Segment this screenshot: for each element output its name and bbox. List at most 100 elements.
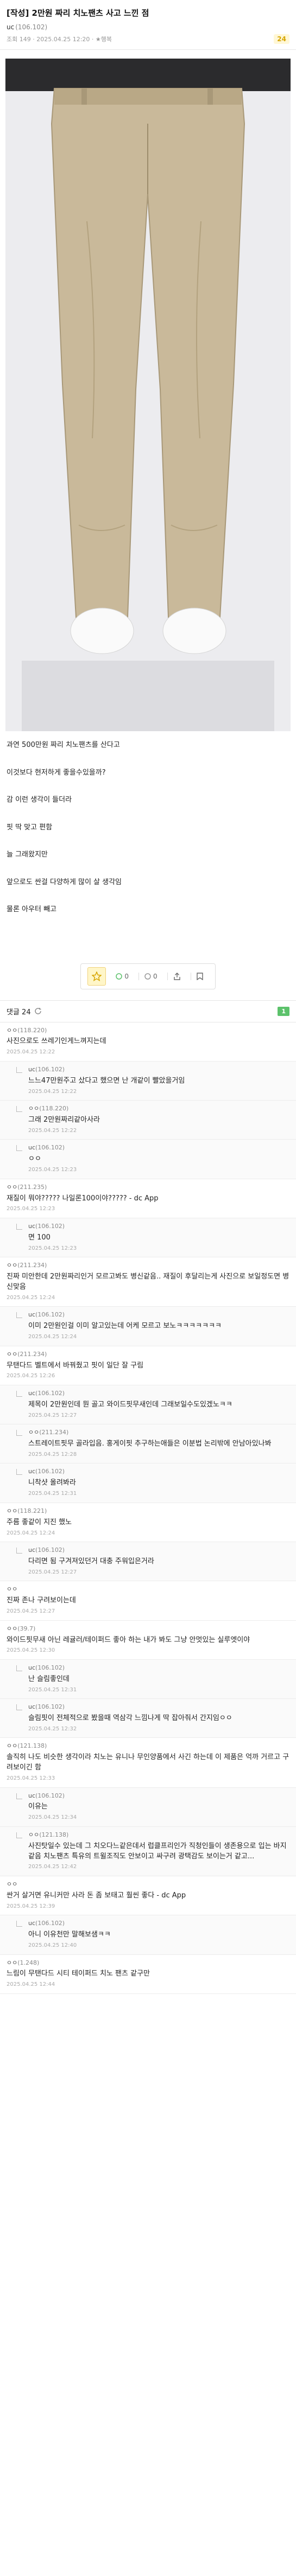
comment-date: 2025.04.25 12:30 — [7, 1647, 55, 1654]
comment: ㅇㅇ(211.234) 진짜 미안한데 2만원짜리인거 모르고봐도 병신같음.. … — [0, 1257, 296, 1307]
comment-author[interactable]: ㅇㅇ — [7, 1585, 289, 1594]
comment-author-ip: (106.102) — [35, 1792, 65, 1799]
comment-author[interactable]: ㅇㅇ(211.234) — [7, 1261, 289, 1270]
comment-author-name[interactable]: uc — [28, 1066, 35, 1073]
comment-text: 와이드핏무새 아닌 레귤러/테이퍼드 좋아 하는 내가 봐도 그냥 안멋있는 실… — [7, 1635, 250, 1644]
comment-author-name[interactable]: ㅇㅇ — [28, 1429, 39, 1436]
comment-date: 2025.04.25 12:23 — [28, 1167, 77, 1173]
share-button[interactable] — [167, 972, 186, 980]
refresh-icon[interactable] — [34, 1007, 42, 1015]
comment-author-name[interactable]: uc — [28, 1311, 35, 1318]
comment-text: 이미 2만원인걸 이미 알고있는데 어케 모르고 보노ㅋㅋㅋㅋㅋㅋㅋ — [28, 1322, 222, 1331]
comment-author[interactable]: ㅇㅇ(118.220) — [28, 1104, 289, 1113]
comment-author[interactable]: ㅇㅇ(39.7) — [7, 1625, 289, 1633]
comment-author[interactable]: uc(106.102) — [28, 1389, 289, 1398]
comment-author-ip: (106.102) — [35, 1144, 65, 1152]
thumbs-down-icon — [144, 973, 151, 980]
comment-author-name[interactable]: ㅇㅇ — [7, 1742, 17, 1749]
comment-author[interactable]: uc(106.102) — [28, 1792, 289, 1800]
upvote-count[interactable]: 0 — [110, 973, 134, 980]
post-meta-text: 조회 149 · 2025.04.25 12:20 · ★행복 — [7, 36, 112, 43]
comment-date: 2025.04.25 12:40 — [28, 1942, 77, 1948]
comment-author[interactable]: ㅇㅇ(1.248) — [7, 1959, 289, 1967]
post-title: [작성] 2만원 짜리 치노팬츠 사고 느낀 점 — [7, 8, 149, 18]
comments-header: 댓글 24 1 — [0, 1000, 296, 1022]
comment-date: 2025.04.25 12:22 — [28, 1088, 77, 1095]
comment-author-name[interactable]: ㅇㅇ — [7, 1351, 17, 1358]
comment-author[interactable]: ㅇㅇ(118.221) — [7, 1507, 289, 1516]
comment-author-name[interactable]: uc — [28, 1664, 35, 1671]
comment-author-name[interactable]: ㅇㅇ — [7, 1027, 17, 1034]
comment-author[interactable]: ㅇㅇ(211.234) — [28, 1428, 289, 1437]
comment-author-name[interactable]: uc — [28, 1468, 35, 1475]
comment-date: 2025.04.25 12:39 — [7, 1903, 55, 1909]
star-icon — [92, 971, 102, 981]
comment-text: 니착샷 올려봐라 — [28, 1479, 76, 1487]
body-line: 이것보다 현저하게 좋을수있을까? — [7, 768, 106, 777]
comment-date: 2025.04.25 12:24 — [7, 1530, 55, 1536]
comment-author-ip: (118.221) — [17, 1507, 47, 1514]
comment-author[interactable]: ㅇㅇ(121.138) — [7, 1742, 289, 1750]
comment-author-ip: (106.102) — [35, 1703, 65, 1711]
comment-author-ip: (1.248) — [17, 1959, 40, 1966]
comment-date: 2025.04.25 12:42 — [28, 1864, 77, 1870]
comments-header-left: 댓글 24 — [7, 1006, 42, 1017]
comment-author-ip: (106.102) — [35, 1664, 65, 1671]
comment-author-name[interactable]: uc — [28, 1703, 35, 1710]
comment-author-name[interactable]: uc — [28, 1546, 35, 1554]
post-author[interactable]: uc (106.102) — [7, 23, 289, 31]
post-meta: 조회 149 · 2025.04.25 12:20 · ★행복 24 — [7, 34, 289, 44]
comment: ㅇㅇ(211.235) 재질이 뭐야????? 나일론100이야????? - d… — [0, 1179, 296, 1218]
comment-author[interactable]: ㅇㅇ — [7, 1880, 289, 1889]
comment-author-ip: (121.138) — [39, 1831, 69, 1838]
comment-text: 제목이 2만원인데 뭔 골고 와이드핏무새인데 그래보일수도있겠노ㅋㅋ — [28, 1400, 232, 1409]
comment-author[interactable]: uc(106.102) — [28, 1919, 289, 1928]
comment-author-name[interactable]: uc — [28, 1144, 35, 1151]
post-author-name[interactable]: uc — [7, 23, 14, 31]
comment-author[interactable]: uc(106.102) — [28, 1664, 289, 1672]
comment-author[interactable]: ㅇㅇ(121.138) — [28, 1831, 289, 1839]
comment-text: 아니 이유천만 말해보샘ㅋㅋ — [28, 1931, 111, 1939]
comment-text: 진짜 미안한데 2만원짜리인거 모르고봐도 병신같음.. 재질이 후달리는게 사… — [7, 1273, 289, 1291]
comment-author-name[interactable]: ㅇㅇ — [28, 1831, 39, 1838]
reply-comment: uc(106.102) 느느47만원주고 샀다고 했으면 난 개같이 빨았을거임 2… — [0, 1061, 296, 1101]
comment-date: 2025.04.25 12:23 — [28, 1245, 77, 1251]
comment-author[interactable]: uc(106.102) — [28, 1467, 289, 1476]
reply-count-badge[interactable]: 24 — [274, 34, 289, 44]
post-header: [작성] 2만원 짜리 치노팬츠 사고 느낀 점 uc (106.102) 조회 … — [0, 0, 296, 50]
comment-author-name[interactable]: uc — [28, 1792, 35, 1799]
comment-author[interactable]: uc(106.102) — [28, 1546, 289, 1555]
comment-author[interactable]: ㅇㅇ(211.235) — [7, 1183, 289, 1192]
comment-author[interactable]: uc(106.102) — [28, 1222, 289, 1231]
upvote-button[interactable] — [87, 967, 106, 986]
comment-author-name[interactable]: ㅇㅇ — [28, 1105, 39, 1112]
comment-author[interactable]: ㅇㅇ(211.234) — [7, 1350, 289, 1359]
comment-author-name[interactable]: uc — [28, 1390, 35, 1397]
comment-date: 2025.04.25 12:22 — [7, 1049, 55, 1056]
comment: ㅇㅇ 진짜 존나 구려보이는데 2025.04.25 12:27 — [0, 1581, 296, 1621]
comment-author-ip: (211.234) — [17, 1350, 47, 1358]
comment-author-name[interactable]: ㅇㅇ — [7, 1507, 17, 1514]
comment-author[interactable]: uc(106.102) — [28, 1703, 289, 1711]
bookmark-button[interactable] — [190, 972, 209, 980]
comment-author[interactable]: uc(106.102) — [28, 1143, 289, 1152]
comment-author[interactable]: uc(106.102) — [28, 1311, 289, 1319]
comment-author-name[interactable]: ㅇㅇ — [7, 1959, 17, 1966]
reply-comment: uc(106.102) 다리면 됨 구겨져있던거 대충 주워입은거라 2025.04… — [0, 1542, 296, 1582]
comment-author-name[interactable]: ㅇㅇ — [7, 1262, 17, 1269]
downvote-count[interactable]: 0 — [138, 972, 163, 980]
comment-author-name[interactable]: ㅇㅇ — [7, 1586, 17, 1593]
comment-author-name[interactable]: ㅇㅇ — [7, 1881, 17, 1888]
downvote-value: 0 — [153, 972, 158, 980]
comment-author-name[interactable]: ㅇㅇ — [7, 1184, 17, 1191]
comment-author[interactable]: uc(106.102) — [28, 1065, 289, 1074]
reply-comment: uc(106.102) 이미 2만원인걸 이미 알고있는데 어케 모르고 보노ㅋㅋ… — [0, 1307, 296, 1346]
comment-author-name[interactable]: ㅇㅇ — [7, 1625, 17, 1632]
comment-text: ㅇㅇ — [28, 1155, 41, 1164]
comment-date: 2025.04.25 12:27 — [7, 1608, 55, 1615]
comment-text: 솔직히 나도 비슷한 생각이라 치노는 유니나 무인양품에서 사긴 하는데 이 … — [7, 1753, 289, 1772]
comment-author-name[interactable]: uc — [28, 1920, 35, 1927]
comment-author-name[interactable]: uc — [28, 1223, 35, 1230]
comment-page-badge[interactable]: 1 — [278, 1006, 289, 1016]
comment-author[interactable]: ㅇㅇ(118.220) — [7, 1026, 289, 1035]
